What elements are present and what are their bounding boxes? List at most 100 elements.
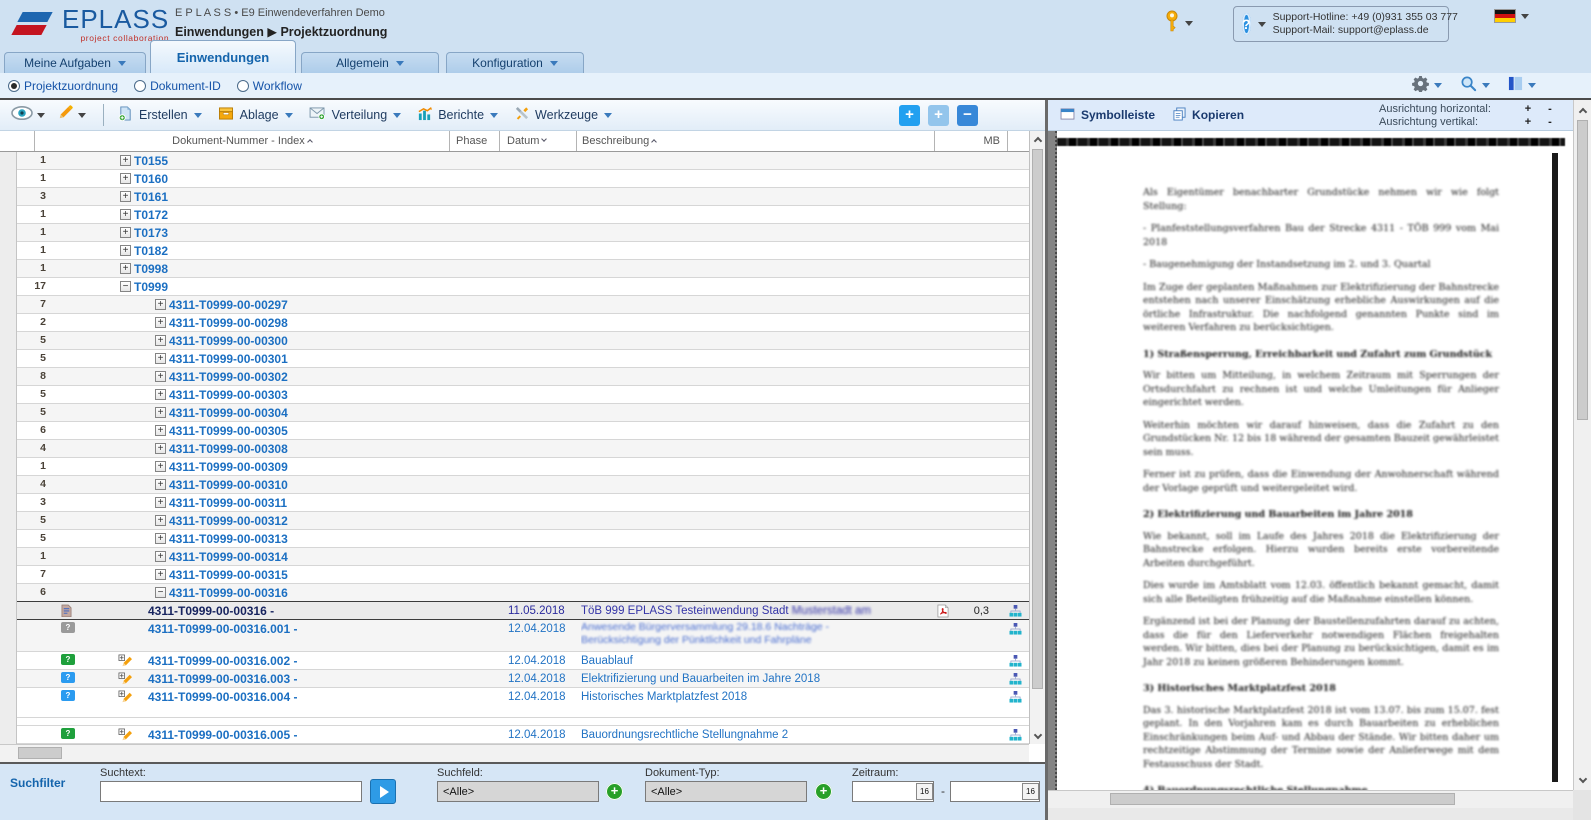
expand-plus-icon[interactable]: + bbox=[155, 533, 166, 544]
add-suchfeld-button[interactable]: + bbox=[606, 783, 623, 800]
expand-plus-icon[interactable]: + bbox=[155, 443, 166, 454]
align-h-plus-button[interactable]: + bbox=[1517, 103, 1539, 115]
collapse-minus-icon[interactable]: − bbox=[155, 587, 166, 598]
table-horizontal-scrollbar[interactable] bbox=[0, 744, 1029, 762]
toolbar-menu-erstellen[interactable]: Erstellen bbox=[118, 106, 202, 124]
document-number-link[interactable]: 4311-T0999-00-00304 bbox=[169, 406, 288, 420]
search-menu[interactable] bbox=[1460, 75, 1490, 97]
column-header-dokument-nummer[interactable]: Dokument-Nummer - Index bbox=[35, 131, 450, 151]
chevron-down-icon[interactable] bbox=[1258, 22, 1266, 27]
table-row[interactable]: 1+T0173 bbox=[0, 224, 1029, 242]
document-number-link[interactable]: T0160 bbox=[134, 172, 168, 186]
table-row[interactable]: 17−T0999 bbox=[0, 278, 1029, 296]
toolbar-menu-verteilung[interactable]: Verteilung bbox=[309, 107, 402, 123]
table-row[interactable]: 1+T0172 bbox=[0, 206, 1029, 224]
document-number-link[interactable]: 4311-T0999-00-00305 bbox=[169, 424, 288, 438]
table-row[interactable]: 5+4311-T0999-00-00300 bbox=[0, 332, 1029, 350]
expand-plus-icon[interactable]: + bbox=[155, 497, 166, 508]
suchtext-input[interactable] bbox=[100, 781, 362, 802]
expand-plus-icon[interactable]: + bbox=[155, 389, 166, 400]
table-row[interactable]: ?4311-T0999-00-00316.001 -12.04.2018Anwe… bbox=[0, 620, 1029, 652]
document-number-link[interactable]: 4311-T0999-00-00316.004 - bbox=[148, 690, 297, 704]
scrollbar-thumb[interactable] bbox=[1032, 149, 1043, 689]
edit-pencil-icon[interactable] bbox=[118, 728, 132, 744]
document-number-link[interactable]: 4311-T0999-00-00300 bbox=[169, 334, 288, 348]
table-row[interactable]: 7+4311-T0999-00-00297 bbox=[0, 296, 1029, 314]
table-vertical-scrollbar[interactable] bbox=[1029, 131, 1045, 744]
expand-plus-icon[interactable]: + bbox=[120, 155, 131, 166]
edit-pencil-icon[interactable] bbox=[118, 690, 132, 709]
document-number-link[interactable]: T0173 bbox=[134, 226, 168, 240]
symbolleiste-button[interactable]: Symbolleiste bbox=[1060, 108, 1155, 123]
document-number-link[interactable]: T0161 bbox=[134, 190, 168, 204]
document-number-link[interactable]: 4311-T0999-00-00316 bbox=[169, 586, 288, 600]
table-row[interactable]: 1+4311-T0999-00-00309 bbox=[0, 458, 1029, 476]
view-radio-projektzuordnung[interactable]: Projektzuordnung bbox=[8, 79, 118, 93]
help-icon[interactable]: ? bbox=[1242, 13, 1251, 35]
align-v-minus-button[interactable]: - bbox=[1539, 116, 1561, 128]
login-key-menu[interactable] bbox=[1165, 10, 1193, 37]
scrollbar-thumb[interactable] bbox=[1577, 120, 1588, 420]
expand-plus-icon[interactable]: + bbox=[155, 335, 166, 346]
expand-plus-icon[interactable]: + bbox=[155, 569, 166, 580]
expand-plus-icon[interactable]: + bbox=[155, 353, 166, 364]
expand-plus-icon[interactable]: + bbox=[155, 299, 166, 310]
document-number-link[interactable]: 4311-T0999-00-00316.003 - bbox=[148, 672, 297, 686]
document-number-link[interactable]: 4311-T0999-00-00316.005 - bbox=[148, 728, 297, 742]
tab-meine-aufgaben[interactable]: Meine Aufgaben bbox=[4, 52, 146, 73]
scrollbar-thumb[interactable] bbox=[1110, 793, 1455, 805]
document-number-link[interactable]: T0998 bbox=[134, 262, 168, 276]
expand-plus-icon[interactable]: + bbox=[155, 371, 166, 382]
expand-plus-icon[interactable]: + bbox=[120, 263, 131, 274]
toolbar-menu-werkzeuge[interactable]: Werkzeuge bbox=[514, 106, 612, 124]
table-row[interactable]: 5+4311-T0999-00-00303 bbox=[0, 386, 1029, 404]
scroll-up-button[interactable] bbox=[1030, 131, 1046, 147]
table-row[interactable]: 1+T0160 bbox=[0, 170, 1029, 188]
expand-level-button[interactable]: + bbox=[928, 105, 949, 126]
table-row[interactable]: 4+4311-T0999-00-00308 bbox=[0, 440, 1029, 458]
table-row[interactable]: ?4311-T0999-00-00316.005 -12.04.2018Bauo… bbox=[0, 726, 1029, 744]
view-document-button[interactable] bbox=[8, 104, 48, 127]
preview-horizontal-scrollbar[interactable] bbox=[1048, 790, 1573, 808]
expand-plus-icon[interactable]: + bbox=[120, 245, 131, 256]
table-row[interactable]: 1+T0182 bbox=[0, 242, 1029, 260]
table-row[interactable]: 3+T0161 bbox=[0, 188, 1029, 206]
layout-menu[interactable] bbox=[1508, 76, 1536, 96]
dokumenttyp-select[interactable] bbox=[645, 781, 807, 802]
add-dokumenttyp-button[interactable]: + bbox=[815, 783, 832, 800]
document-number-link[interactable]: 4311-T0999-00-00297 bbox=[169, 298, 288, 312]
calendar-icon[interactable]: 16 bbox=[916, 783, 933, 800]
column-header-beschreibung[interactable]: Beschreibung bbox=[577, 131, 935, 151]
table-row[interactable]: 1+T0155 bbox=[0, 152, 1029, 170]
table-row[interactable]: 1+4311-T0999-00-00314 bbox=[0, 548, 1029, 566]
expand-plus-icon[interactable]: + bbox=[155, 407, 166, 418]
column-header-datum[interactable]: Datum bbox=[500, 131, 577, 151]
tab-einwendungen[interactable]: Einwendungen bbox=[150, 40, 296, 73]
document-number-link[interactable]: 4311-T0999-00-00301 bbox=[169, 352, 288, 366]
document-number-link[interactable]: 4311-T0999-00-00298 bbox=[169, 316, 288, 330]
scroll-down-button[interactable] bbox=[1030, 728, 1046, 744]
org-chart-icon[interactable] bbox=[1009, 604, 1022, 622]
document-number-link[interactable]: 4311-T0999-00-00310 bbox=[169, 478, 288, 492]
view-radio-workflow[interactable]: Workflow bbox=[237, 79, 302, 93]
column-header-mb[interactable]: MB bbox=[935, 131, 1008, 151]
table-row[interactable]: ?4311-T0999-00-00316.002 -12.04.2018Baua… bbox=[0, 652, 1029, 670]
scroll-down-button[interactable] bbox=[1574, 772, 1591, 788]
table-row[interactable]: 7+4311-T0999-00-00315 bbox=[0, 566, 1029, 584]
table-row[interactable]: 5+4311-T0999-00-00301 bbox=[0, 350, 1029, 368]
table-row[interactable]: 5+4311-T0999-00-00304 bbox=[0, 404, 1029, 422]
settings-menu[interactable] bbox=[1412, 75, 1442, 97]
expand-plus-icon[interactable]: + bbox=[155, 461, 166, 472]
document-number-link[interactable]: T0155 bbox=[134, 154, 168, 168]
scroll-left-button[interactable] bbox=[1050, 791, 1066, 808]
collapse-minus-icon[interactable]: − bbox=[120, 281, 131, 292]
org-chart-icon[interactable] bbox=[1009, 690, 1022, 708]
expand-plus-icon[interactable]: + bbox=[120, 227, 131, 238]
document-number-link[interactable]: 4311-T0999-00-00316.002 - bbox=[148, 654, 297, 668]
table-row[interactable]: 3+4311-T0999-00-00311 bbox=[0, 494, 1029, 512]
tab-allgemein[interactable]: Allgemein bbox=[301, 52, 439, 73]
column-header-phase[interactable]: Phase bbox=[450, 131, 500, 151]
align-v-plus-button[interactable]: + bbox=[1517, 116, 1539, 128]
scroll-right-button[interactable] bbox=[1011, 745, 1027, 762]
document-number-link[interactable]: 4311-T0999-00-00316.001 - bbox=[148, 622, 297, 636]
